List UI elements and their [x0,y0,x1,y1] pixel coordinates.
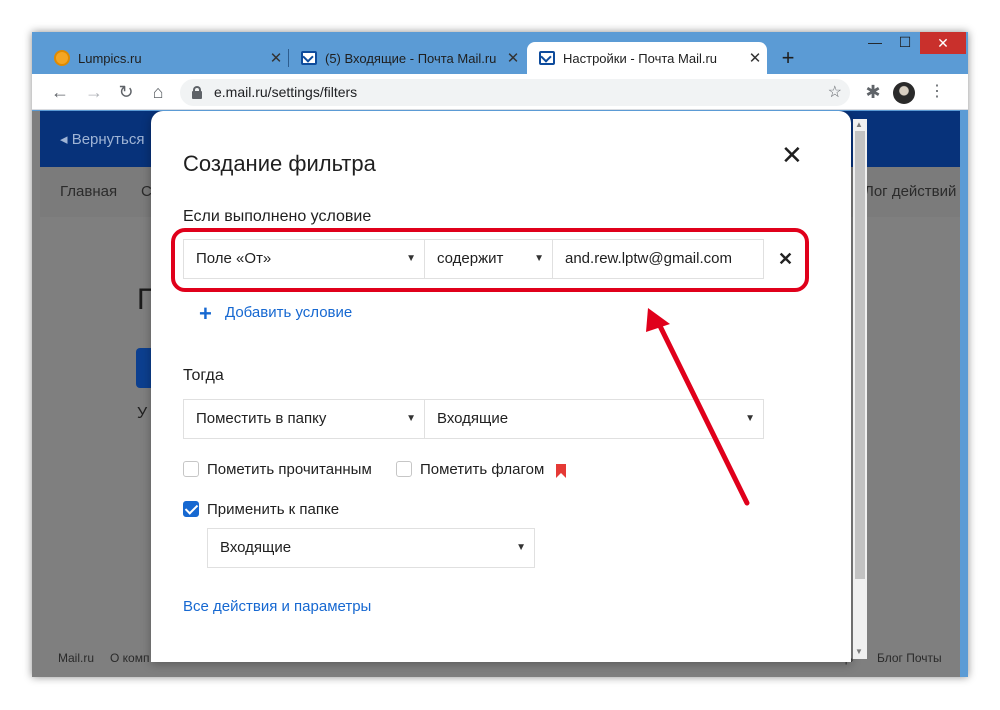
mark-read-checkbox[interactable] [183,461,199,477]
scroll-down-icon[interactable]: ▼ [855,647,863,656]
scroll-up-icon[interactable]: ▲ [855,120,863,129]
scrollbar-thumb[interactable] [855,131,865,579]
apply-to-folder-label: Применить к папке [207,501,340,518]
address-bar[interactable]: e.mail.ru/settings/filters ☆ [180,79,850,106]
dialog-close-icon[interactable]: ✕ [781,141,803,169]
footer-link[interactable]: Блог Почты [877,651,942,665]
tab-title: (5) Входящие - Почта Mail.ru [325,50,497,66]
profile-avatar[interactable] [893,82,915,104]
dialog-title: Создание фильтра [183,151,376,176]
annotation-highlight-box [171,228,809,292]
action-type-value: Поместить в папку [196,410,327,427]
tab-close-icon[interactable]: ✕ [501,49,525,67]
mark-flag-option[interactable]: Пометить флагом [396,461,544,478]
bookmark-star-icon[interactable]: ☆ [828,79,842,106]
plus-icon: + [199,301,212,326]
apply-to-folder-checkbox[interactable] [183,501,199,517]
extensions-puzzle-icon[interactable]: ✱ [861,80,885,104]
tab-title: Lumpics.ru [78,50,142,66]
mark-flag-checkbox[interactable] [396,461,412,477]
forward-arrow-icon[interactable]: → [82,80,106,104]
home-icon[interactable]: ⌂ [146,80,170,104]
minimize-button[interactable]: — [860,32,890,54]
tab-lumpics[interactable]: Lumpics.ru ✕ [42,42,288,74]
page-content: ◂ Вернуться Главная С Лог действий П У M… [32,111,960,677]
tab-settings[interactable]: Настройки - Почта Mail.ru ✕ [527,42,767,74]
caret-down-icon: ▼ [516,542,526,553]
condition-heading: Если выполнено условие [183,208,372,225]
mark-read-option[interactable]: Пометить прочитанным [183,461,372,478]
caret-down-icon: ▼ [745,413,755,424]
action-type-select[interactable]: Поместить в папку ▼ [183,399,425,439]
tab-strip: Lumpics.ru ✕ (5) Входящие - Почта Mail.r… [32,32,968,74]
tab-inbox[interactable]: (5) Входящие - Почта Mail.ru ✕ [289,42,525,74]
more-menu-icon[interactable]: ⋮ [925,80,949,104]
nav-activity-log[interactable]: Лог действий [864,183,956,200]
lumpics-favicon-icon [54,50,70,66]
add-condition-link[interactable]: + Добавить условие [199,301,353,326]
reload-icon[interactable]: ↻ [114,80,138,104]
caret-down-icon: ▼ [406,413,416,424]
back-arrow-icon[interactable]: ← [48,80,72,104]
window-close-button[interactable]: ✕ [920,32,966,54]
tab-close-icon[interactable]: ✕ [743,49,767,67]
then-heading: Тогда [183,367,224,384]
mail-favicon-icon [301,51,317,65]
new-tab-button[interactable]: + [774,46,802,72]
url-text: e.mail.ru/settings/filters [214,84,358,100]
tab-title: Настройки - Почта Mail.ru [563,50,718,66]
footer-link[interactable]: Mail.ru [58,651,94,665]
action-folder-select[interactable]: Входящие ▼ [424,399,764,439]
background-text-partial: У [137,405,148,422]
dialog-scrollbar[interactable]: ▲ ▼ [853,119,867,659]
browser-window: Lumpics.ru ✕ (5) Входящие - Почта Mail.r… [32,32,968,677]
all-actions-link[interactable]: Все действия и параметры [183,598,371,615]
mark-flag-label: Пометить флагом [420,461,545,478]
flag-icon [556,464,566,478]
browser-toolbar: ← → ↻ ⌂ e.mail.ru/settings/filters ☆ ✱ ⋮ [32,74,968,110]
tab-close-icon[interactable]: ✕ [264,49,288,67]
mark-read-label: Пометить прочитанным [207,461,372,478]
back-link[interactable]: ◂ Вернуться [60,130,144,148]
action-folder-value: Входящие [437,410,509,427]
apply-folder-value: Входящие [220,539,292,556]
footer-link[interactable]: О комп [110,651,149,665]
mail-favicon-icon [539,51,555,65]
apply-to-folder-option[interactable]: Применить к папке [183,501,339,518]
lock-icon [192,86,202,99]
maximize-button[interactable]: ☐ [890,32,920,54]
add-condition-label: Добавить условие [225,304,353,321]
create-filter-dialog: Создание фильтра ✕ Если выполнено услови… [151,111,851,662]
apply-folder-select[interactable]: Входящие ▼ [207,528,535,568]
nav-home[interactable]: Главная [60,183,117,200]
